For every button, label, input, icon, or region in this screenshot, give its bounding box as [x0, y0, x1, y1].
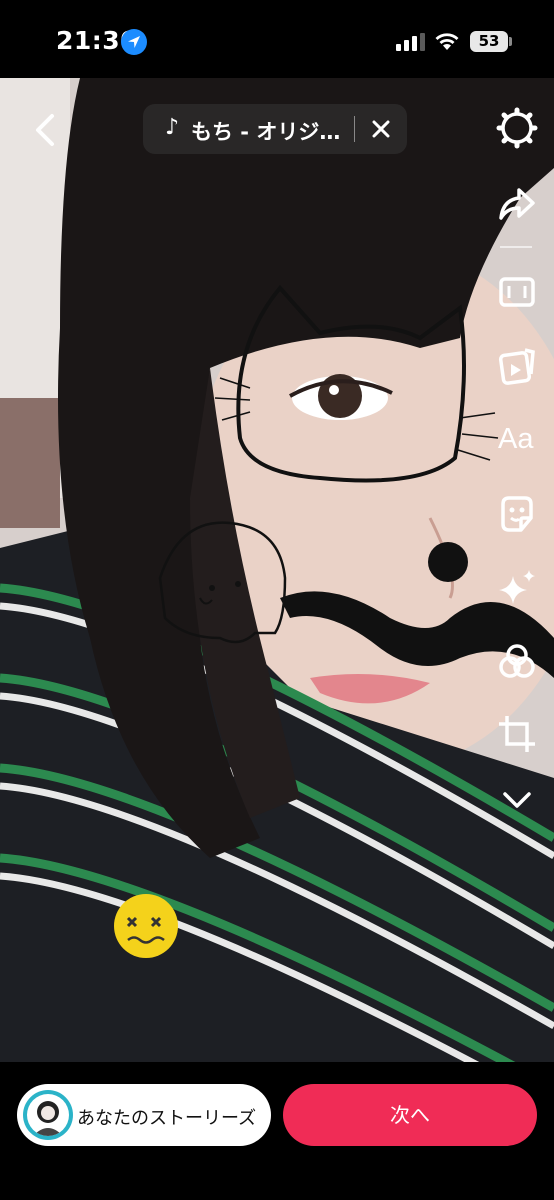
- wifi-icon: [435, 33, 459, 50]
- more-tools-button[interactable]: [495, 778, 539, 822]
- filters-button[interactable]: [495, 640, 539, 684]
- photo-scene: [0, 78, 554, 1062]
- settings-button[interactable]: [495, 106, 539, 150]
- music-title: もち - オリジ…: [191, 120, 341, 144]
- text-tool-button[interactable]: Aa: [498, 423, 533, 456]
- back-button[interactable]: [26, 110, 66, 150]
- music-divider: [354, 116, 355, 142]
- toolbar-divider: [500, 246, 532, 248]
- share-button[interactable]: [495, 182, 539, 226]
- close-icon[interactable]: [367, 115, 395, 143]
- aspect-ratio-icon: [499, 277, 535, 307]
- effects-button[interactable]: [495, 566, 539, 610]
- crop-icon: [499, 716, 535, 752]
- next-button[interactable]: 次へ: [283, 1084, 537, 1146]
- clip-icon: [498, 348, 535, 385]
- effects-icon: [499, 570, 535, 604]
- your-story-button[interactable]: あなたのストーリーズ: [17, 1084, 271, 1146]
- sticker-icon: [501, 496, 533, 532]
- sticker-button[interactable]: [495, 492, 539, 536]
- crop-button[interactable]: [495, 712, 539, 756]
- clip-button[interactable]: [495, 344, 539, 388]
- location-arrow-icon: [121, 29, 147, 55]
- filters-icon: [499, 644, 535, 678]
- your-story-label: あなたのストーリーズ: [77, 1108, 257, 1129]
- chevron-down-icon: [503, 792, 531, 808]
- aspect-ratio-button[interactable]: [495, 270, 539, 314]
- cellular-signal-icon: [396, 33, 425, 51]
- status-bar: 21:30 53: [0, 0, 554, 78]
- share-icon: [499, 188, 535, 220]
- settings-icon: [496, 107, 538, 149]
- battery-indicator: 53: [470, 31, 508, 52]
- music-selector[interactable]: ♪ もち - オリジ…: [143, 104, 407, 154]
- photo-preview[interactable]: [0, 78, 554, 1062]
- bottom-bar: あなたのストーリーズ 次へ: [0, 1062, 554, 1200]
- battery-tip: [509, 37, 512, 46]
- avatar: [23, 1090, 73, 1140]
- music-note-icon: ♪: [165, 115, 180, 140]
- avatar-icon: [33, 1101, 63, 1136]
